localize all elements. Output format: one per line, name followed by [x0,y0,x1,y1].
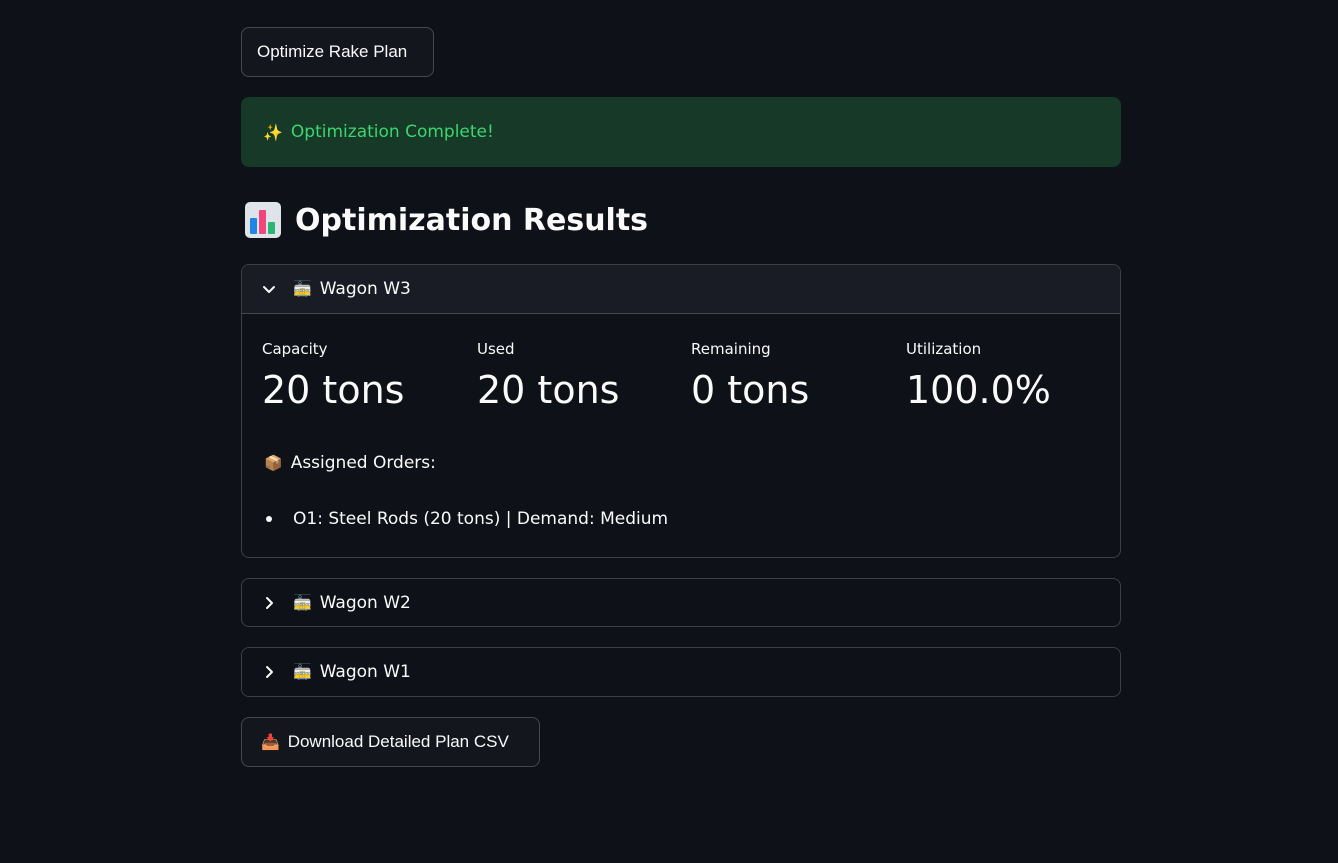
wagon-w2-header[interactable]: 🚋 Wagon W2 [242,579,1120,626]
metric-value: 0 tons [691,368,810,412]
download-button-label: Download Detailed Plan CSV [287,732,509,751]
results-title: Optimization Results [295,202,649,238]
metric-value: 20 tons [262,368,405,412]
metric-label: Capacity [262,340,328,358]
wagon-w1-header[interactable]: 🚋 Wagon W1 [242,648,1120,696]
metric-label: Used [477,340,515,358]
assigned-orders-heading: 📦 Assigned Orders: [264,453,436,473]
sparkles-icon: ✨ [263,122,283,142]
wagon-w1-expander: 🚋 Wagon W1 [241,647,1121,697]
package-icon: 📦 [264,454,283,472]
metric-capacity: Capacity 20 tons [262,340,404,412]
tram-car-icon: 🚋 [293,280,312,298]
wagon-w3-header[interactable]: 🚋 Wagon W3 [242,265,1120,314]
wagon-w1-title: Wagon W1 [319,662,411,682]
orders-list: O1: Steel Rods (20 tons) | Demand: Mediu… [264,509,668,529]
success-alert: ✨ Optimization Complete! [241,97,1121,167]
metric-value: 100.0% [906,368,1051,412]
chevron-right-icon [266,666,273,678]
success-alert-text: Optimization Complete! [290,122,494,142]
metric-value: 20 tons [477,368,620,412]
wagon-w3-expander: 🚋 Wagon W3 Capacity 20 tons Used 20 tons… [241,264,1121,558]
chevron-right-icon [266,597,273,609]
metric-remaining: Remaining 0 tons [691,340,809,412]
tram-car-icon: 🚋 [293,663,312,681]
chevron-down-icon [263,286,275,293]
bullet-icon [266,516,272,522]
results-heading: Optimization Results [245,202,648,238]
optimize-rake-plan-button[interactable]: Optimize Rake Plan [241,27,434,77]
tram-car-icon: 🚋 [293,594,312,612]
order-text: O1: Steel Rods (20 tons) | Demand: Mediu… [293,509,669,529]
wagon-w2-title: Wagon W2 [319,593,411,613]
metric-label: Utilization [906,340,982,358]
list-item: O1: Steel Rods (20 tons) | Demand: Mediu… [264,509,668,529]
optimize-button-label: Optimize Rake Plan [257,42,408,61]
metric-label: Remaining [691,340,771,358]
wagon-w3-title: Wagon W3 [319,279,411,299]
metric-used: Used 20 tons [477,340,619,412]
wagon-w2-expander: 🚋 Wagon W2 [241,578,1121,627]
inbox-tray-icon: 📥 [261,734,280,751]
download-plan-csv-button[interactable]: 📥 Download Detailed Plan CSV [241,717,540,767]
metric-utilization: Utilization 100.0% [906,340,1051,412]
bar-chart-icon [245,202,281,238]
assigned-orders-label: Assigned Orders: [290,453,436,473]
